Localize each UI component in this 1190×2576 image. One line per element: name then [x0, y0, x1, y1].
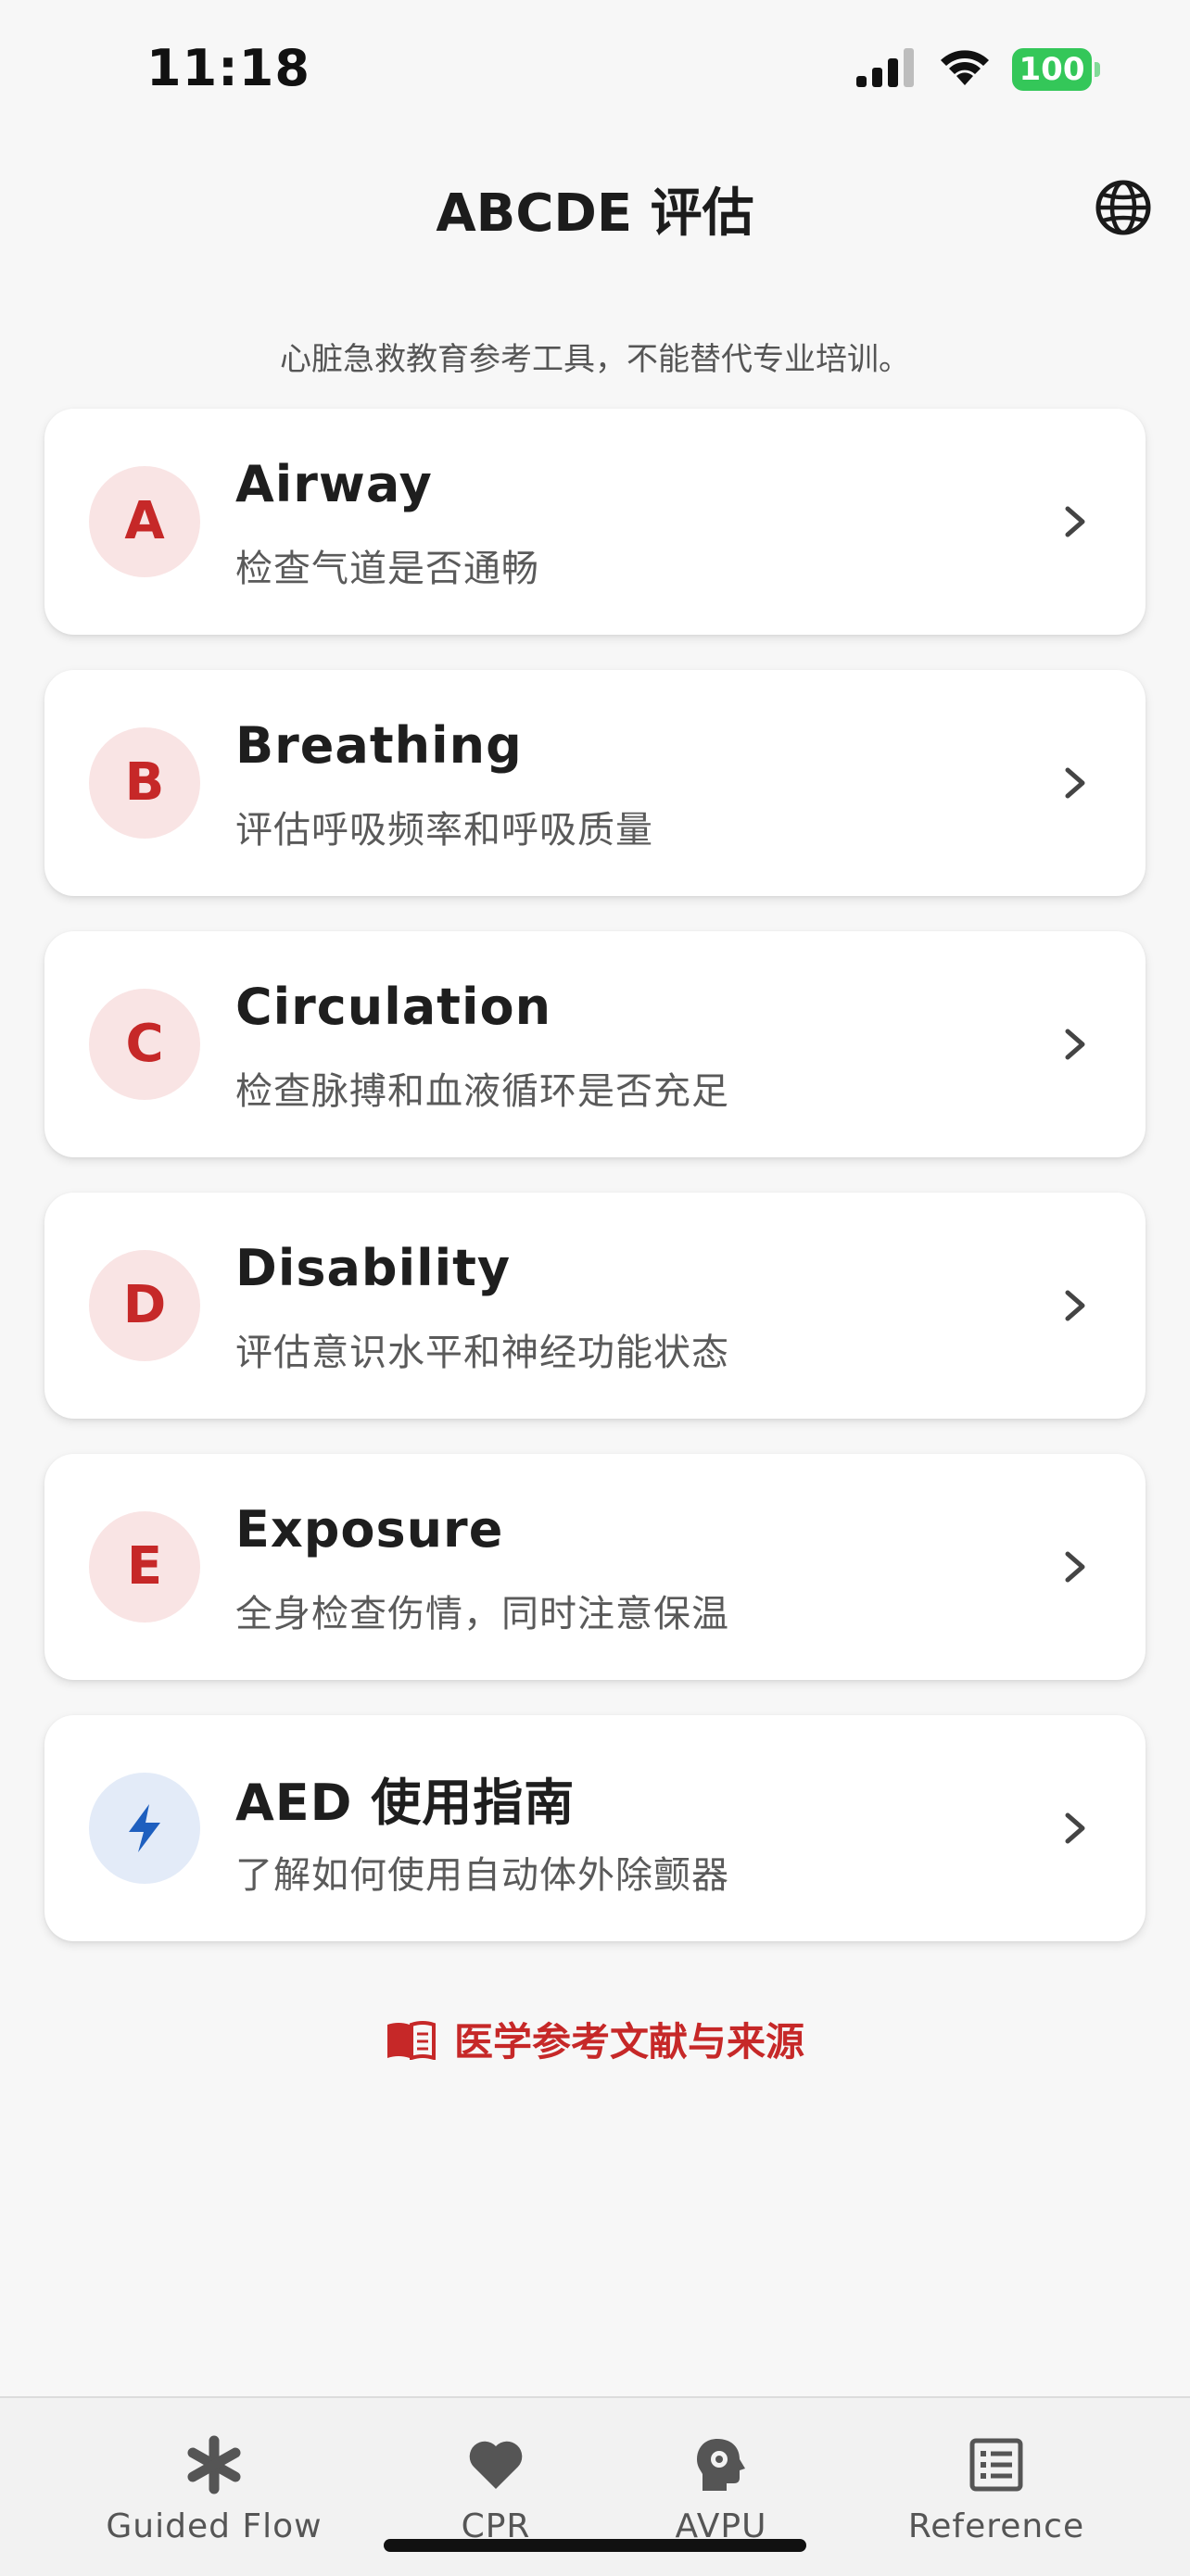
cellular-signal-icon	[856, 48, 914, 87]
card-exposure[interactable]: E Exposure 全身检查伤情，同时注意保温	[44, 1454, 1146, 1680]
disclaimer-text: 心脏急救教育参考工具，不能替代专业培训。	[280, 341, 910, 378]
card-airway[interactable]: A Airway 检查气道是否通畅	[44, 409, 1146, 635]
assessment-card-list: A Airway 检查气道是否通畅 B Breathing 评估呼吸频率和呼吸质…	[44, 409, 1146, 1976]
chevron-right-icon	[1065, 1290, 1085, 1321]
card-disability[interactable]: D Disability 评估意识水平和神经功能状态	[44, 1193, 1146, 1419]
tab-label: Reference	[907, 2507, 1085, 2545]
tab-label: Guided Flow	[106, 2507, 323, 2545]
tab-guided-flow[interactable]: Guided Flow	[83, 2398, 345, 2576]
page-title: ABCDE 评估	[436, 183, 754, 244]
card-badge: C	[89, 989, 200, 1100]
chevron-right-icon	[1065, 767, 1085, 799]
battery-level: 100	[1012, 48, 1092, 91]
lightning-icon	[129, 1804, 160, 1852]
card-badge: D	[89, 1250, 200, 1361]
card-badge: E	[89, 1511, 200, 1623]
card-subtitle: 检查气道是否通畅	[235, 548, 539, 590]
card-circulation[interactable]: C Circulation 检查脉搏和血液循环是否充足	[44, 931, 1146, 1157]
heart-icon	[469, 2441, 523, 2489]
card-breathing[interactable]: B Breathing 评估呼吸频率和呼吸质量	[44, 670, 1146, 896]
status-bar: 11:18 100	[0, 0, 1190, 139]
battery-indicator: 100	[1012, 48, 1101, 91]
card-subtitle: 评估呼吸频率和呼吸质量	[235, 809, 653, 852]
home-indicator[interactable]	[384, 2539, 806, 2552]
status-time: 11:18	[146, 39, 310, 97]
card-badge: A	[89, 466, 200, 577]
chevron-right-icon	[1065, 1551, 1085, 1583]
chevron-right-icon	[1065, 1812, 1085, 1844]
card-title: Exposure	[235, 1500, 504, 1559]
wifi-icon	[941, 50, 989, 85]
card-subtitle: 了解如何使用自动体外除颤器	[235, 1854, 729, 1897]
globe-icon[interactable]	[1094, 178, 1153, 237]
card-title: AED 使用指南	[235, 1774, 576, 1832]
tab-reference[interactable]: Reference	[880, 2398, 1112, 2576]
card-badge: B	[89, 727, 200, 839]
card-subtitle: 检查脉搏和血液循环是否充足	[235, 1070, 729, 1113]
medical-references-link[interactable]: 医学参考文献与来源	[0, 2011, 1190, 2067]
asterisk-icon	[187, 2435, 241, 2494]
card-title: Circulation	[235, 978, 552, 1036]
card-title: Breathing	[235, 716, 523, 775]
card-subtitle: 全身检查伤情，同时注意保温	[235, 1593, 729, 1635]
head-gear-icon	[697, 2439, 745, 2491]
card-subtitle: 评估意识水平和神经功能状态	[235, 1332, 729, 1374]
book-icon	[386, 2020, 436, 2060]
reference-link-label: 医学参考文献与来源	[453, 2019, 804, 2065]
card-aed-guide[interactable]: AED 使用指南 了解如何使用自动体外除颤器	[44, 1715, 1146, 1941]
card-badge-aed	[89, 1773, 200, 1884]
chevron-right-icon	[1065, 506, 1085, 537]
card-title: Airway	[235, 455, 433, 513]
chevron-right-icon	[1065, 1029, 1085, 1060]
battery-cap	[1095, 62, 1100, 77]
card-title: Disability	[235, 1239, 512, 1297]
list-icon	[969, 2438, 1023, 2492]
